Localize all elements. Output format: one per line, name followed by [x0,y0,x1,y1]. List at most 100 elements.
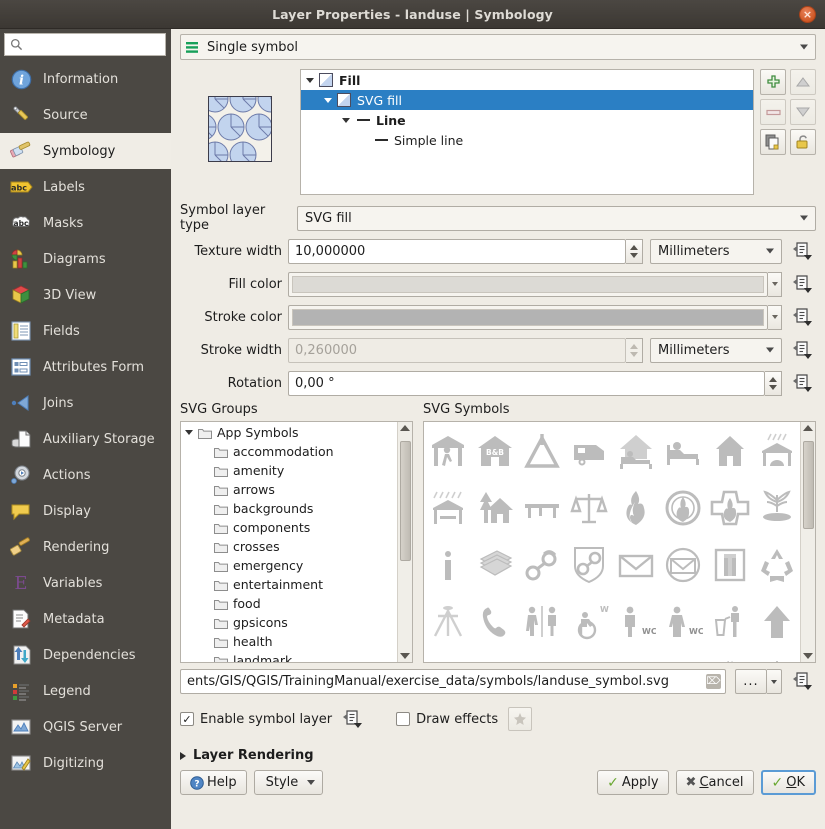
texture-width-input[interactable]: 10,000000 [288,239,626,264]
sidebar-item-fields[interactable]: Fields [0,313,171,349]
sidebar-item-source[interactable]: Source [0,97,171,133]
browse-file-button[interactable]: ... [735,669,767,694]
sidebar-item-auxiliary-storage[interactable]: Auxiliary Storage [0,421,171,457]
fill-color-button[interactable] [288,272,768,297]
svg-symbol-item[interactable] [659,536,706,593]
stepper-up-icon[interactable] [630,344,638,349]
svg-symbol-item[interactable] [659,650,706,662]
fill-color-dropdown-button[interactable] [768,272,782,297]
help-button[interactable]: ? Help [180,770,247,795]
sidebar-item-rendering[interactable]: Rendering [0,529,171,565]
draw-effects-checkbox[interactable] [396,712,410,726]
svg-symbol-item[interactable] [518,536,565,593]
search-input[interactable] [23,37,160,53]
svg-symbol-item[interactable] [471,650,518,662]
stepper-up-icon[interactable] [769,377,777,382]
svg-symbol-item[interactable] [424,479,471,536]
scroll-down-icon[interactable] [400,653,410,659]
list-item[interactable]: accommodation [181,442,397,461]
svg-symbol-item[interactable] [518,422,565,479]
sidebar-item-information[interactable]: i Information [0,61,171,97]
svg-path-input[interactable]: ents/GIS/QGIS/TrainingManual/exercise_da… [180,669,726,694]
list-item[interactable]: App Symbols [181,423,397,442]
rotation-data-defined-override-button[interactable] [790,372,816,394]
svg-symbol-item[interactable] [424,536,471,593]
customize-effects-button[interactable] [508,707,532,731]
svg-symbol-item[interactable]: N [706,650,753,662]
svg-symbol-item[interactable] [424,650,471,662]
sidebar-item-display[interactable]: Display [0,493,171,529]
stroke-color-button[interactable] [288,305,768,330]
enable-symbol-layer-data-defined-override-button[interactable] [340,708,366,730]
svg-symbol-item[interactable]: WC [565,593,612,650]
cancel-button[interactable]: ✖ Cancel [676,770,754,795]
move-up-button[interactable] [790,69,816,95]
symbol-layer-type-select[interactable]: SVG fill [297,206,816,231]
expander-icon[interactable] [301,78,319,83]
ok-button[interactable]: ✓ OK [761,770,817,795]
list-item[interactable]: emergency [181,556,397,575]
svg-symbol-item[interactable] [424,593,471,650]
sidebar-item-dependencies[interactable]: Dependencies [0,637,171,673]
table-row[interactable]: Simple line [301,130,753,150]
add-symbol-layer-button[interactable] [760,69,786,95]
svg-symbol-item[interactable] [471,593,518,650]
svg-symbol-item[interactable] [565,650,612,662]
enable-symbol-layer-checkbox[interactable]: ✓ [180,712,194,726]
svg-symbols-scrollbar[interactable] [800,422,815,662]
stepper-down-icon[interactable] [630,352,638,357]
svg-symbol-item[interactable] [753,479,800,536]
search-box[interactable] [4,33,166,56]
stepper-up-icon[interactable] [630,245,638,250]
stepper-down-icon[interactable] [630,253,638,258]
svg-symbol-item[interactable] [565,479,612,536]
svg-symbol-item[interactable] [706,422,753,479]
table-row[interactable]: Line [301,110,753,130]
svg-symbol-item[interactable] [753,422,800,479]
sidebar-item-qgis-server[interactable]: QGIS Server [0,709,171,745]
svg-symbol-item[interactable] [659,479,706,536]
sidebar-item-attributes-form[interactable]: Attributes Form [0,349,171,385]
svg-symbol-item[interactable] [565,422,612,479]
texture-width-stepper[interactable] [626,239,643,264]
list-item[interactable]: backgrounds [181,499,397,518]
expander-icon[interactable] [337,118,355,123]
list-item[interactable]: health [181,632,397,651]
svg-symbols-grid-box[interactable]: B&B [423,421,816,663]
texture-width-unit-select[interactable]: Millimeters [650,239,782,264]
stroke-width-input[interactable]: 0,260000 [288,338,626,363]
scroll-down-icon[interactable] [803,653,813,659]
list-item[interactable]: components [181,518,397,537]
table-row[interactable]: SVG fill [301,90,753,110]
svg-symbol-item[interactable] [612,536,659,593]
stroke-width-unit-select[interactable]: Millimeters [650,338,782,363]
sidebar-item-symbology[interactable]: Symbology [0,133,171,169]
svg-symbol-item[interactable]: WC [612,593,659,650]
sidebar-item-labels[interactable]: abc Labels [0,169,171,205]
list-item[interactable]: entertainment [181,575,397,594]
sidebar-item-joins[interactable]: Joins [0,385,171,421]
scrollbar-thumb[interactable] [803,441,814,529]
move-down-button[interactable] [790,99,816,125]
table-row[interactable]: Fill [301,70,753,90]
sidebar-item-masks[interactable]: abc Masks [0,205,171,241]
svg-symbol-item[interactable] [706,479,753,536]
list-item[interactable]: food [181,594,397,613]
svg-symbol-item[interactable] [706,593,753,650]
list-item[interactable]: crosses [181,537,397,556]
symbol-layer-tree[interactable]: Fill SVG fill Line [300,69,754,195]
svg-groups-scrollbar[interactable] [397,422,412,662]
svg-symbol-item[interactable] [659,422,706,479]
list-item[interactable]: gpsicons [181,613,397,632]
svg-symbol-item[interactable] [753,536,800,593]
style-button[interactable]: Style [254,770,324,795]
texture-width-data-defined-override-button[interactable] [790,240,816,262]
svg-symbol-item[interactable] [471,479,518,536]
sidebar-item-metadata[interactable]: Metadata [0,601,171,637]
svg-symbol-item[interactable] [612,422,659,479]
clear-icon[interactable]: ⌦ [706,674,721,689]
sidebar-item-diagrams[interactable]: Diagrams [0,241,171,277]
svg-groups-tree[interactable]: App Symbols accommodation amenity [180,421,413,663]
list-item[interactable]: amenity [181,461,397,480]
list-item[interactable]: landmark [181,651,397,662]
